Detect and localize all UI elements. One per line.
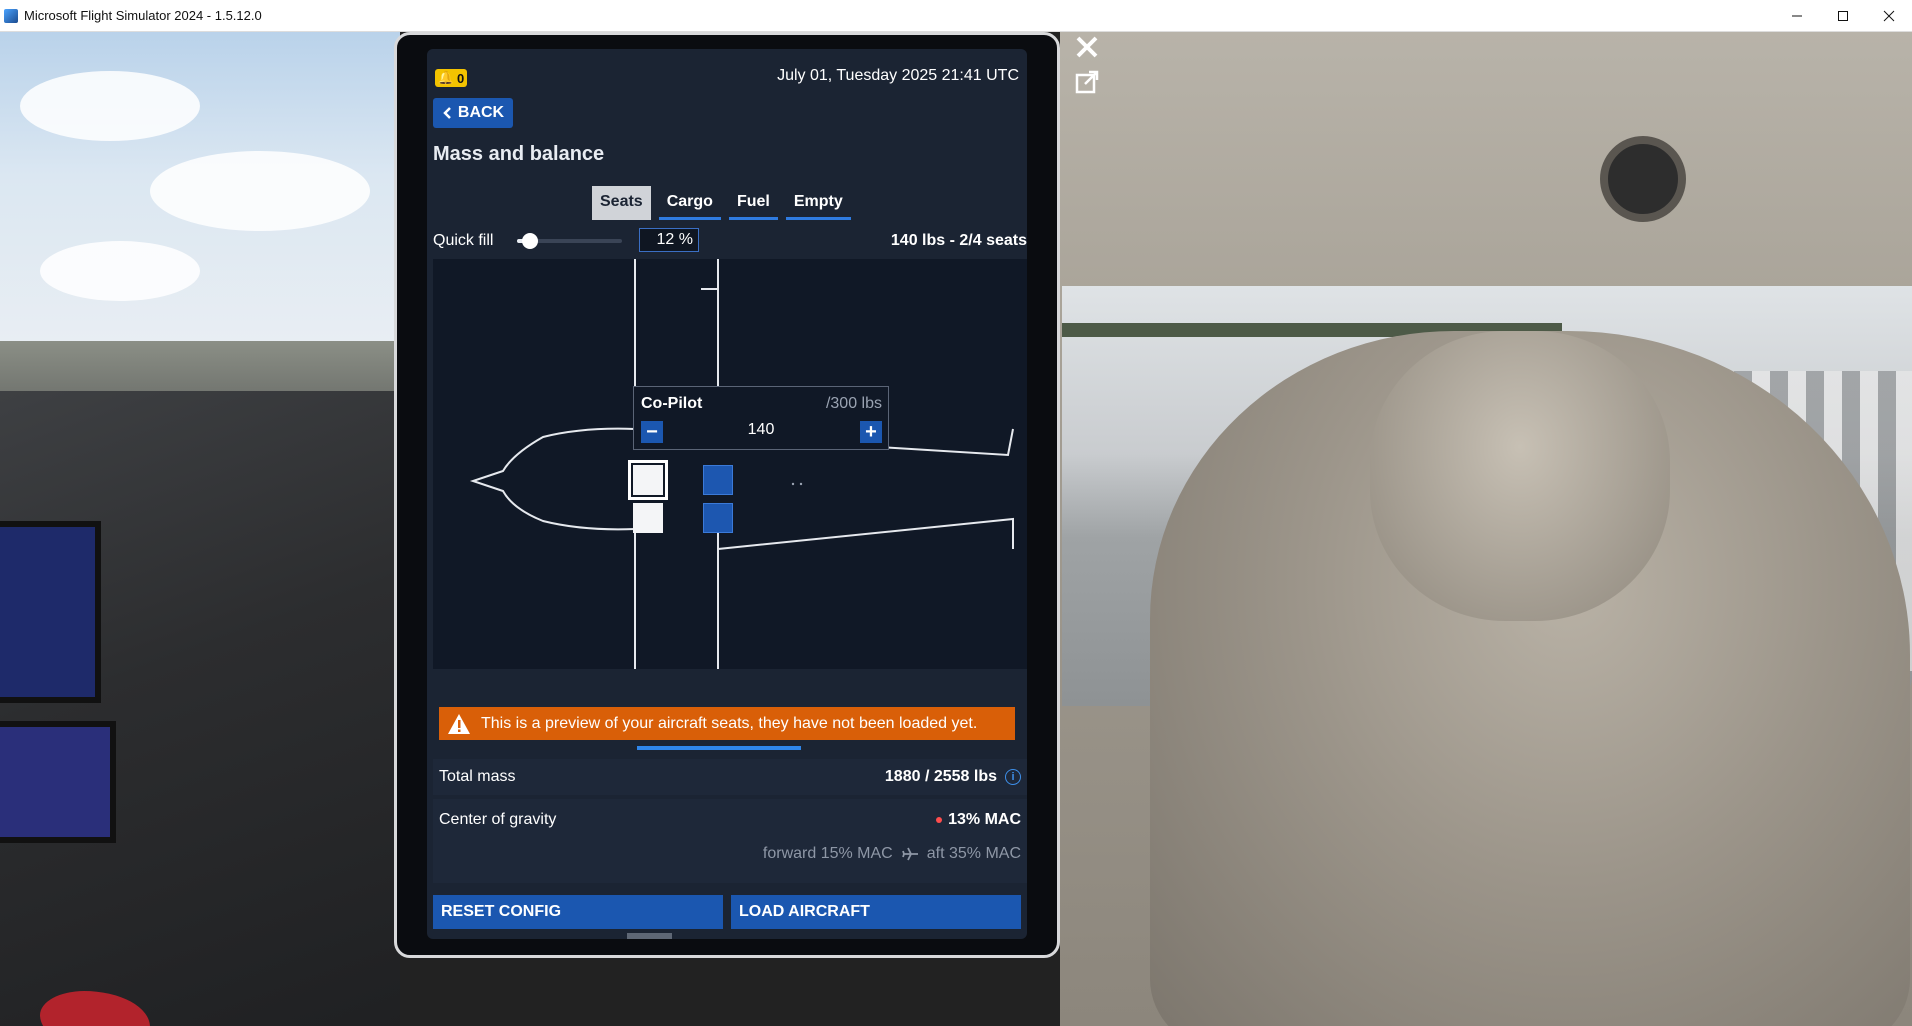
app-icon — [4, 8, 18, 23]
seat-rear-left[interactable] — [703, 465, 733, 495]
warning-text: This is a preview of your aircraft seats… — [481, 714, 978, 732]
notification-badge[interactable]: 🔔 0 — [435, 69, 467, 87]
close-panel-icon[interactable] — [1074, 34, 1100, 60]
datetime: July 01, Tuesday 2025 21:41 UTC — [777, 67, 1019, 84]
cog-value: 13% MAC — [948, 811, 1021, 828]
nav-pilot[interactable] — [582, 933, 627, 939]
seat-max-weight: /300 lbs — [825, 395, 882, 412]
cog-status-dot — [936, 817, 943, 823]
window-titlebar: Microsoft Flight Simulator 2024 - 1.5.12… — [0, 0, 1912, 32]
cloud — [20, 71, 200, 141]
total-mass-label: Total mass — [439, 768, 516, 785]
cloud — [150, 151, 370, 231]
aircraft-outline — [469, 259, 1014, 669]
efb-screen: 🔔 0 July 01, Tuesday 2025 21:41 UTC BACK… — [427, 49, 1027, 939]
primary-flight-display — [0, 521, 101, 703]
increase-weight-button[interactable]: + — [860, 421, 882, 443]
external-window-icon[interactable] — [1074, 69, 1100, 95]
maximize-icon[interactable] — [1820, 0, 1866, 31]
total-mass-value: 1880 / 2558 lbs — [884, 768, 997, 785]
decrease-weight-button[interactable]: − — [641, 421, 663, 443]
seat-weight-value[interactable]: 140 — [664, 421, 858, 443]
quick-fill-percent-input[interactable]: 12 % — [639, 228, 699, 252]
tab-bar: Seats Cargo Fuel Empty — [592, 186, 851, 220]
warning-icon — [448, 713, 470, 734]
window-controls — [1774, 0, 1912, 31]
small-airplane-icon — [901, 847, 918, 861]
seat-rear-right[interactable] — [703, 503, 733, 533]
air-vent — [1600, 136, 1686, 222]
tab-fuel[interactable]: Fuel — [728, 186, 778, 220]
tab-empty[interactable]: Empty — [785, 186, 851, 220]
notification-count: 0 — [456, 70, 465, 86]
seats-summary: 140 lbs - 2/4 seats — [890, 232, 1027, 249]
headrest — [1370, 331, 1670, 621]
nav-apps[interactable] — [762, 933, 807, 939]
preview-warning-banner: This is a preview of your aircraft seats… — [439, 707, 1015, 740]
total-mass-row: Total mass 1880 / 2558 lbs i — [433, 759, 1027, 795]
cog-value-wrap: 13% MAC — [936, 811, 1021, 829]
cog-label: Center of gravity — [439, 811, 557, 828]
reset-config-button[interactable]: RESET CONFIG — [433, 895, 723, 929]
center-of-gravity-row: Center of gravity 13% MAC forward 15% MA… — [433, 799, 1027, 883]
quick-fill-slider-handle[interactable] — [521, 233, 538, 249]
bell-icon: 🔔 — [437, 70, 454, 85]
info-icon[interactable]: i — [1005, 769, 1021, 785]
seat-weight-popover: Co-Pilot /300 lbs − 140 + — [633, 386, 889, 450]
chevron-left-icon — [443, 107, 451, 119]
load-aircraft-button[interactable]: LOAD AIRCRAFT — [731, 895, 1021, 929]
multi-function-display — [0, 721, 116, 843]
instrument-panel — [0, 391, 400, 1026]
seat-copilot[interactable] — [633, 503, 663, 533]
tab-seats[interactable]: Seats — [592, 186, 651, 220]
seat-pilot[interactable] — [628, 460, 668, 500]
aircraft-seat-diagram — [433, 259, 1027, 669]
bottom-nav — [582, 933, 807, 939]
page-title: Mass and balance — [433, 143, 605, 165]
efb-tablet: 🔔 0 July 01, Tuesday 2025 21:41 UTC BACK… — [394, 32, 1060, 958]
tab-cargo[interactable]: Cargo — [658, 186, 721, 220]
cloud — [40, 241, 200, 301]
quick-fill-label: Quick fill — [433, 232, 494, 249]
seat-name: Co-Pilot — [641, 395, 703, 412]
close-icon[interactable] — [1866, 0, 1912, 31]
window-title: Microsoft Flight Simulator 2024 - 1.5.12… — [24, 8, 262, 23]
cog-range: forward 15% MAC aft 35% MAC — [763, 845, 1021, 863]
cog-aft-limit: aft 35% MAC — [926, 845, 1021, 862]
minimize-icon[interactable] — [1774, 0, 1820, 31]
back-label: BACK — [457, 104, 505, 121]
total-mass-wrap: 1880 / 2558 lbs i — [885, 768, 1021, 786]
nav-info[interactable] — [672, 933, 717, 939]
cog-forward-limit: forward 15% MAC — [762, 845, 893, 862]
nav-settings[interactable] — [717, 933, 762, 939]
quick-fill-slider[interactable] — [517, 233, 622, 249]
back-button[interactable]: BACK — [433, 98, 513, 128]
nav-aircraft[interactable] — [627, 933, 672, 939]
horizontal-scrollbar[interactable] — [637, 746, 801, 750]
